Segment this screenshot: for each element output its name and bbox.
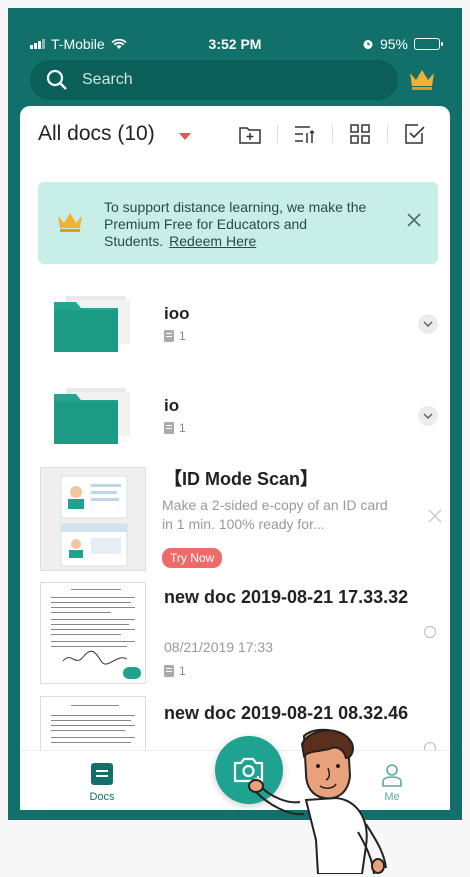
alarm-icon	[363, 40, 373, 49]
chevron-down-icon[interactable]	[418, 406, 438, 426]
tutorial-character-illustration	[248, 728, 387, 874]
close-icon[interactable]	[428, 509, 442, 523]
item-title: 【ID Mode Scan】	[164, 469, 319, 489]
item-title: new doc 2019-08-21 08.32.46	[164, 703, 409, 723]
checkbox-icon	[405, 124, 425, 144]
promo-banner: To support distance learning, we make th…	[38, 182, 438, 264]
page-icon	[164, 665, 174, 677]
search-input[interactable]: Search	[30, 60, 398, 100]
page-title[interactable]: All docs (10)	[38, 122, 155, 146]
search-icon	[46, 69, 67, 90]
status-bar: T-Mobile 3:52 PM 95%	[8, 8, 462, 52]
grid-icon	[350, 124, 370, 144]
divider	[277, 125, 278, 143]
docs-icon	[91, 763, 113, 785]
id-card-thumbnail	[40, 467, 146, 571]
document-thumbnail	[40, 582, 146, 684]
cloud-synced-icon	[123, 667, 141, 679]
page-count: 1	[164, 664, 186, 678]
crown-icon	[58, 213, 82, 232]
banner-text-block: To support distance learning, we make th…	[104, 199, 384, 250]
grid-view-button[interactable]	[346, 120, 374, 148]
battery-percent: 95%	[379, 36, 408, 52]
tab-docs-label: Docs	[89, 791, 115, 803]
docs-header: All docs (10)	[20, 106, 450, 166]
select-radio[interactable]	[424, 626, 436, 638]
premium-crown-icon[interactable]	[408, 66, 436, 92]
close-icon[interactable]	[406, 212, 422, 228]
new-folder-button[interactable]	[236, 120, 264, 148]
search-placeholder: Search	[82, 71, 133, 88]
redeem-link[interactable]: Redeem Here	[169, 233, 256, 249]
divider	[387, 125, 388, 143]
phone-frame: T-Mobile 3:52 PM 95% Search All docs (10…	[8, 8, 462, 820]
list-item[interactable]: new doc 2019-08-21 17.33.32 08/21/2019 1…	[20, 578, 450, 690]
folder-icon	[54, 296, 130, 352]
page-count: 1	[164, 421, 186, 435]
page-icon	[164, 330, 174, 342]
screen: T-Mobile 3:52 PM 95% Search All docs (10…	[0, 0, 470, 877]
folder-icon	[54, 388, 130, 444]
page-icon	[164, 422, 174, 434]
tab-docs[interactable]: Docs	[72, 763, 132, 803]
list-item[interactable]: io 1	[20, 368, 450, 460]
divider	[332, 125, 333, 143]
dropdown-caret-icon[interactable]	[179, 133, 191, 140]
new-folder-icon	[239, 127, 261, 144]
item-title: io	[164, 396, 180, 415]
header-toolbar	[223, 120, 442, 148]
item-description: Make a 2-sided e-copy of an ID card in 1…	[162, 497, 388, 532]
battery-icon	[414, 38, 443, 50]
sort-button[interactable]	[291, 120, 319, 148]
item-title: ioo	[164, 304, 190, 323]
list-item-id-scan[interactable]: 【ID Mode Scan】 Make a 2-sided e-copy of …	[20, 462, 450, 574]
item-date: 08/21/2019 17:33	[164, 639, 273, 655]
list-item[interactable]: ioo 1	[20, 276, 450, 368]
document-thumbnail	[40, 696, 146, 752]
chevron-down-icon[interactable]	[418, 314, 438, 334]
page-count: 1	[164, 329, 186, 343]
try-now-badge[interactable]: Try Now	[162, 548, 223, 568]
sort-icon	[295, 126, 315, 143]
docs-sheet: All docs (10) To support distance learni…	[20, 106, 450, 810]
status-right: 95%	[362, 36, 443, 52]
item-title: new doc 2019-08-21 17.33.32	[164, 587, 409, 607]
select-button[interactable]	[401, 120, 429, 148]
